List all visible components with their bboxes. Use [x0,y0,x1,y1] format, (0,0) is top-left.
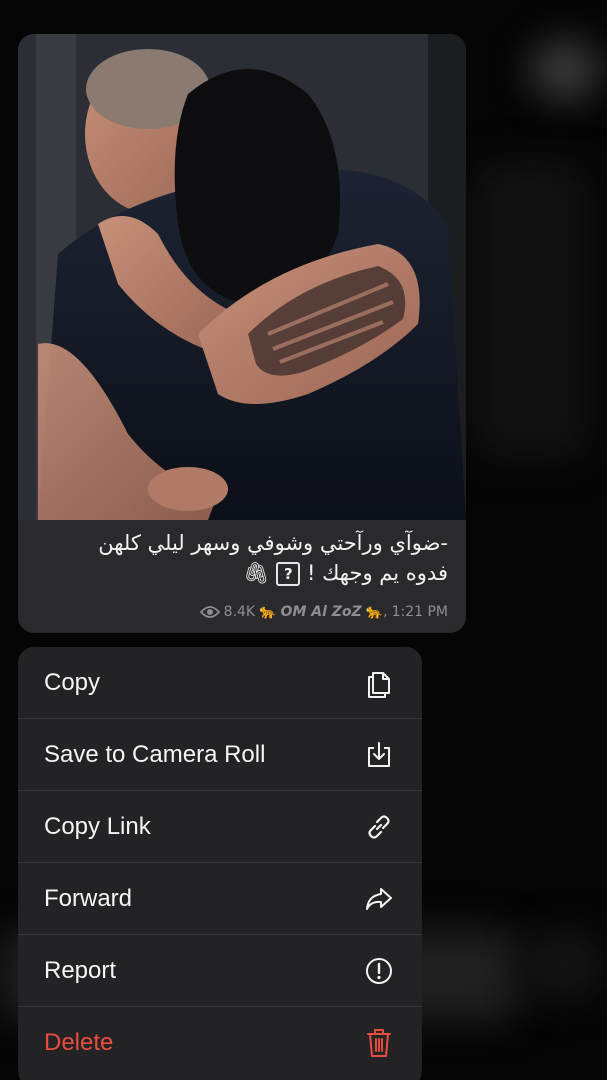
author-emoji-left: 🐆 [259,604,277,620]
photo-illustration [18,34,466,520]
eye-icon [199,605,220,619]
view-count: 8.4K [223,604,256,620]
copy-icon [362,666,396,700]
menu-item-copy-link[interactable]: Copy Link [18,791,422,863]
forward-arrow-icon [362,882,396,916]
message-photo[interactable] [18,34,466,520]
menu-item-forward[interactable]: Forward [18,863,422,935]
message-time: 1:21 PM [391,604,448,620]
author-emoji-right: 🐆, [365,604,388,620]
paperclip-emoji: 🖇 [242,561,270,585]
message-caption: -ضوآي ورآحتي وشوفي وسهر ليلي كلهن فدوه ي… [18,528,466,588]
message-bubble[interactable]: -ضوآي ورآحتي وشوفي وسهر ليلي كلهن فدوه ي… [18,34,466,633]
caption-line-2: فدوه يم وجهك ! ? 🖇 [18,558,448,588]
menu-item-label: Copy [44,668,101,696]
screen: -ضوآي ورآحتي وشوفي وسهر ليلي كلهن فدوه ي… [0,0,607,1080]
message-meta: 8.4K 🐆 OM Al ZoZ 🐆, 1:21 PM [199,604,448,620]
context-menu: Copy Save to Camera Roll Copy Link Forwa… [18,647,422,1080]
menu-item-label: Save to Camera Roll [44,740,266,768]
background-blur [520,930,607,1000]
author-signature: OM Al ZoZ [280,604,362,620]
link-icon [362,810,396,844]
menu-item-report[interactable]: Report [18,935,422,1007]
menu-item-label: Delete [44,1029,114,1056]
background-blur [530,40,600,100]
menu-item-delete[interactable]: Delete [18,1007,422,1079]
menu-item-label: Copy Link [44,812,151,840]
caption-line-1: -ضوآي ورآحتي وشوفي وسهر ليلي كلهن [98,531,448,555]
exclamation-circle-icon [362,954,396,988]
menu-item-label: Report [44,956,117,984]
menu-item-label: Forward [44,884,133,912]
caption-text: فدوه يم وجهك ! [307,561,448,585]
trash-icon [362,1026,396,1060]
menu-item-save-to-camera-roll[interactable]: Save to Camera Roll [18,719,422,791]
save-download-icon [362,738,396,772]
question-box-icon: ? [276,562,301,586]
background-blur [470,160,590,460]
menu-item-copy[interactable]: Copy [18,647,422,719]
